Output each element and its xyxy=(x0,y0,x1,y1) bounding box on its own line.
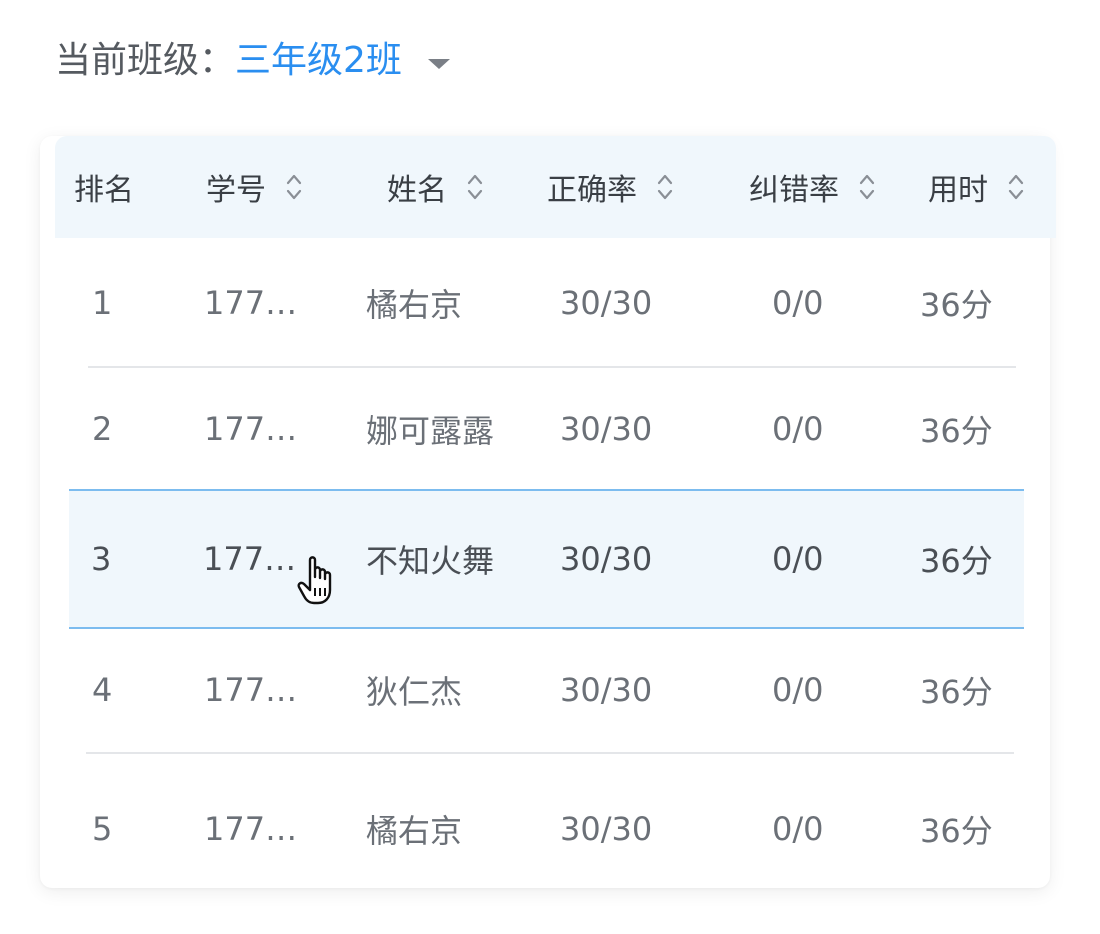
cell-correction: 0/0 xyxy=(772,284,824,322)
cell-name: 娜可露露 xyxy=(366,412,495,450)
cell-student-id: 177… xyxy=(203,540,297,578)
column-header-label: 排名 xyxy=(74,173,134,208)
column-header-name[interactable]: 姓名 xyxy=(387,136,483,238)
cell-student-id: 177… xyxy=(204,810,298,848)
column-header-label: 用时 xyxy=(928,173,988,208)
cell-rank: 3 xyxy=(91,540,112,578)
cell-accuracy: 30/30 xyxy=(560,284,653,322)
sort-icon[interactable] xyxy=(467,172,483,202)
cell-student-id: 177… xyxy=(204,671,298,709)
column-header-rank: 排名 xyxy=(74,136,134,238)
cell-time: 36分 xyxy=(920,286,993,324)
cell-time: 36分 xyxy=(920,673,993,711)
column-header-label: 学号 xyxy=(206,173,266,208)
table-row[interactable]: 5 177… 橘右京 30/30 0/0 36分 xyxy=(70,754,1032,904)
cell-rank: 1 xyxy=(92,284,113,322)
cell-name: 橘右京 xyxy=(366,286,463,324)
table-row[interactable]: 2 177… 娜可露露 30/30 0/0 36分 xyxy=(70,368,1032,490)
table-row[interactable]: 1 177… 橘右京 30/30 0/0 36分 xyxy=(70,238,1032,368)
ranking-table-card: 排名 学号 姓名 正确率 纠错率 用时 1 177… 橘右京 30/30 0/0… xyxy=(40,136,1056,888)
sort-icon[interactable] xyxy=(859,172,875,202)
cell-rank: 2 xyxy=(92,410,113,448)
class-selector-bar: 当前班级： 三年级2班 xyxy=(55,36,450,86)
cell-name: 狄仁杰 xyxy=(366,673,463,711)
sort-icon[interactable] xyxy=(286,172,302,202)
cell-correction: 0/0 xyxy=(772,540,824,578)
cell-time: 36分 xyxy=(920,412,993,450)
cell-student-id: 177… xyxy=(204,284,298,322)
cell-correction: 0/0 xyxy=(772,671,824,709)
table-row[interactable]: 4 177… 狄仁杰 30/30 0/0 36分 xyxy=(70,629,1032,751)
cell-name: 不知火舞 xyxy=(366,542,495,580)
class-dropdown[interactable]: 三年级2班 xyxy=(235,36,450,86)
cell-time: 36分 xyxy=(920,812,993,850)
table-header: 排名 学号 姓名 正确率 纠错率 用时 xyxy=(55,136,1056,238)
table-row-hovered[interactable]: 3 177… 不知火舞 30/30 0/0 36分 xyxy=(69,489,1024,629)
cell-correction: 0/0 xyxy=(772,810,824,848)
cell-correction: 0/0 xyxy=(772,410,824,448)
cell-rank: 4 xyxy=(92,671,113,709)
cell-rank: 5 xyxy=(92,810,113,848)
column-header-student-id[interactable]: 学号 xyxy=(206,136,302,238)
sort-icon[interactable] xyxy=(657,172,673,202)
class-label: 当前班级： xyxy=(55,40,236,81)
column-header-accuracy[interactable]: 正确率 xyxy=(547,136,673,238)
column-header-label: 纠错率 xyxy=(749,173,839,208)
cell-accuracy: 30/30 xyxy=(560,540,653,578)
cell-time: 36分 xyxy=(920,542,993,580)
column-header-correction[interactable]: 纠错率 xyxy=(749,136,875,238)
column-header-time[interactable]: 用时 xyxy=(928,136,1024,238)
cell-accuracy: 30/30 xyxy=(560,410,653,448)
cell-accuracy: 30/30 xyxy=(560,671,653,709)
cell-student-id: 177… xyxy=(204,410,298,448)
column-header-label: 正确率 xyxy=(547,173,637,208)
column-header-label: 姓名 xyxy=(387,173,447,208)
sort-icon[interactable] xyxy=(1008,172,1024,202)
cell-accuracy: 30/30 xyxy=(560,810,653,848)
caret-down-icon[interactable] xyxy=(427,59,450,69)
cell-name: 橘右京 xyxy=(366,812,463,850)
class-dropdown-value[interactable]: 三年级2班 xyxy=(235,36,402,86)
